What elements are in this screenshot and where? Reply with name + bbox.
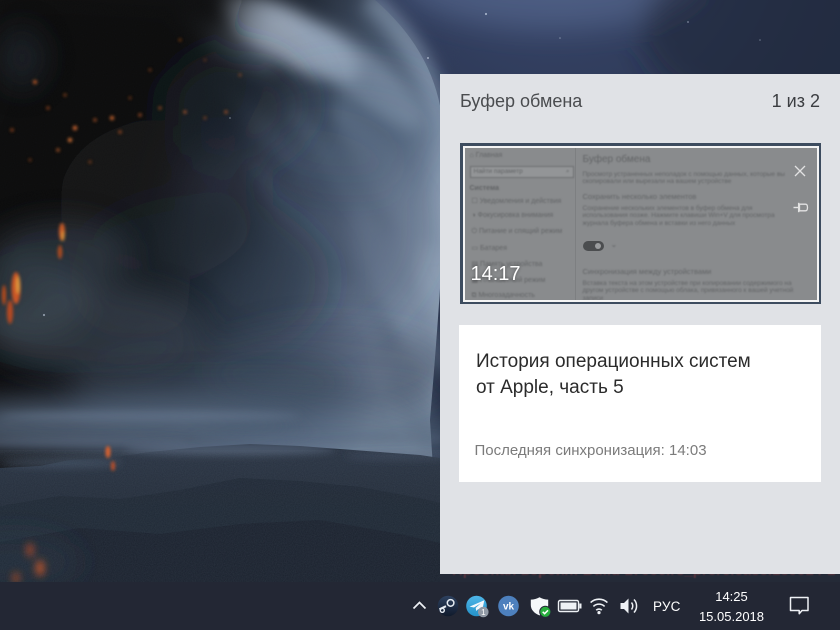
svg-text:vk: vk (503, 602, 515, 613)
svg-text:1: 1 (481, 608, 486, 617)
